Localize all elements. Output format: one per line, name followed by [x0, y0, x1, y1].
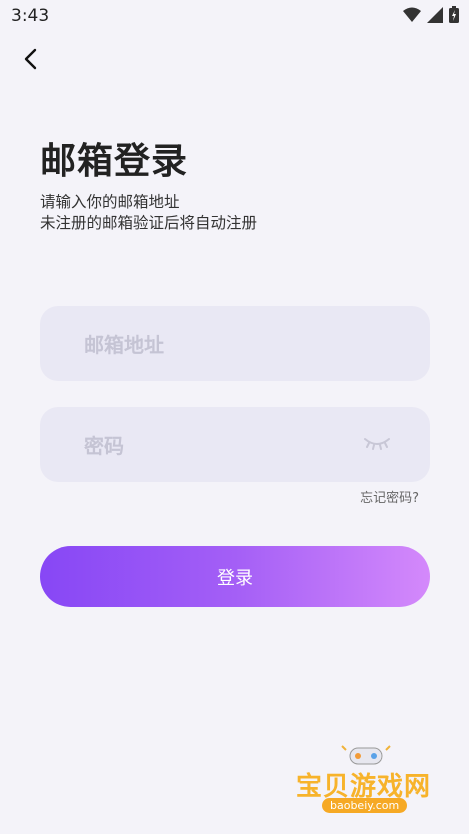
eye-closed-icon[interactable]	[362, 433, 392, 453]
battery-icon	[449, 6, 459, 23]
wifi-icon	[403, 7, 421, 22]
forgot-password-link[interactable]: 忘记密码?	[360, 487, 419, 506]
password-input[interactable]	[82, 407, 386, 484]
gamepad-icon	[341, 745, 391, 765]
status-icons	[403, 6, 459, 23]
back-button[interactable]	[16, 44, 46, 74]
chevron-left-icon	[24, 48, 37, 70]
watermark-url: baobeiy.com	[322, 798, 408, 813]
login-button[interactable]: 登录	[40, 546, 430, 607]
subtitle-line-2: 未注册的邮箱验证后将自动注册	[40, 214, 258, 232]
status-bar: 3:43	[0, 0, 469, 32]
subtitle-line-1: 请输入你的邮箱地址	[40, 193, 180, 211]
email-input[interactable]	[82, 306, 386, 383]
signal-icon	[427, 6, 443, 23]
status-time: 3:43	[11, 6, 50, 26]
email-field-container	[40, 306, 430, 383]
page-title: 邮箱登录	[40, 141, 189, 182]
password-field-container	[40, 407, 430, 484]
watermark-logo: 宝贝游戏网 baobeiy.com	[292, 742, 442, 828]
